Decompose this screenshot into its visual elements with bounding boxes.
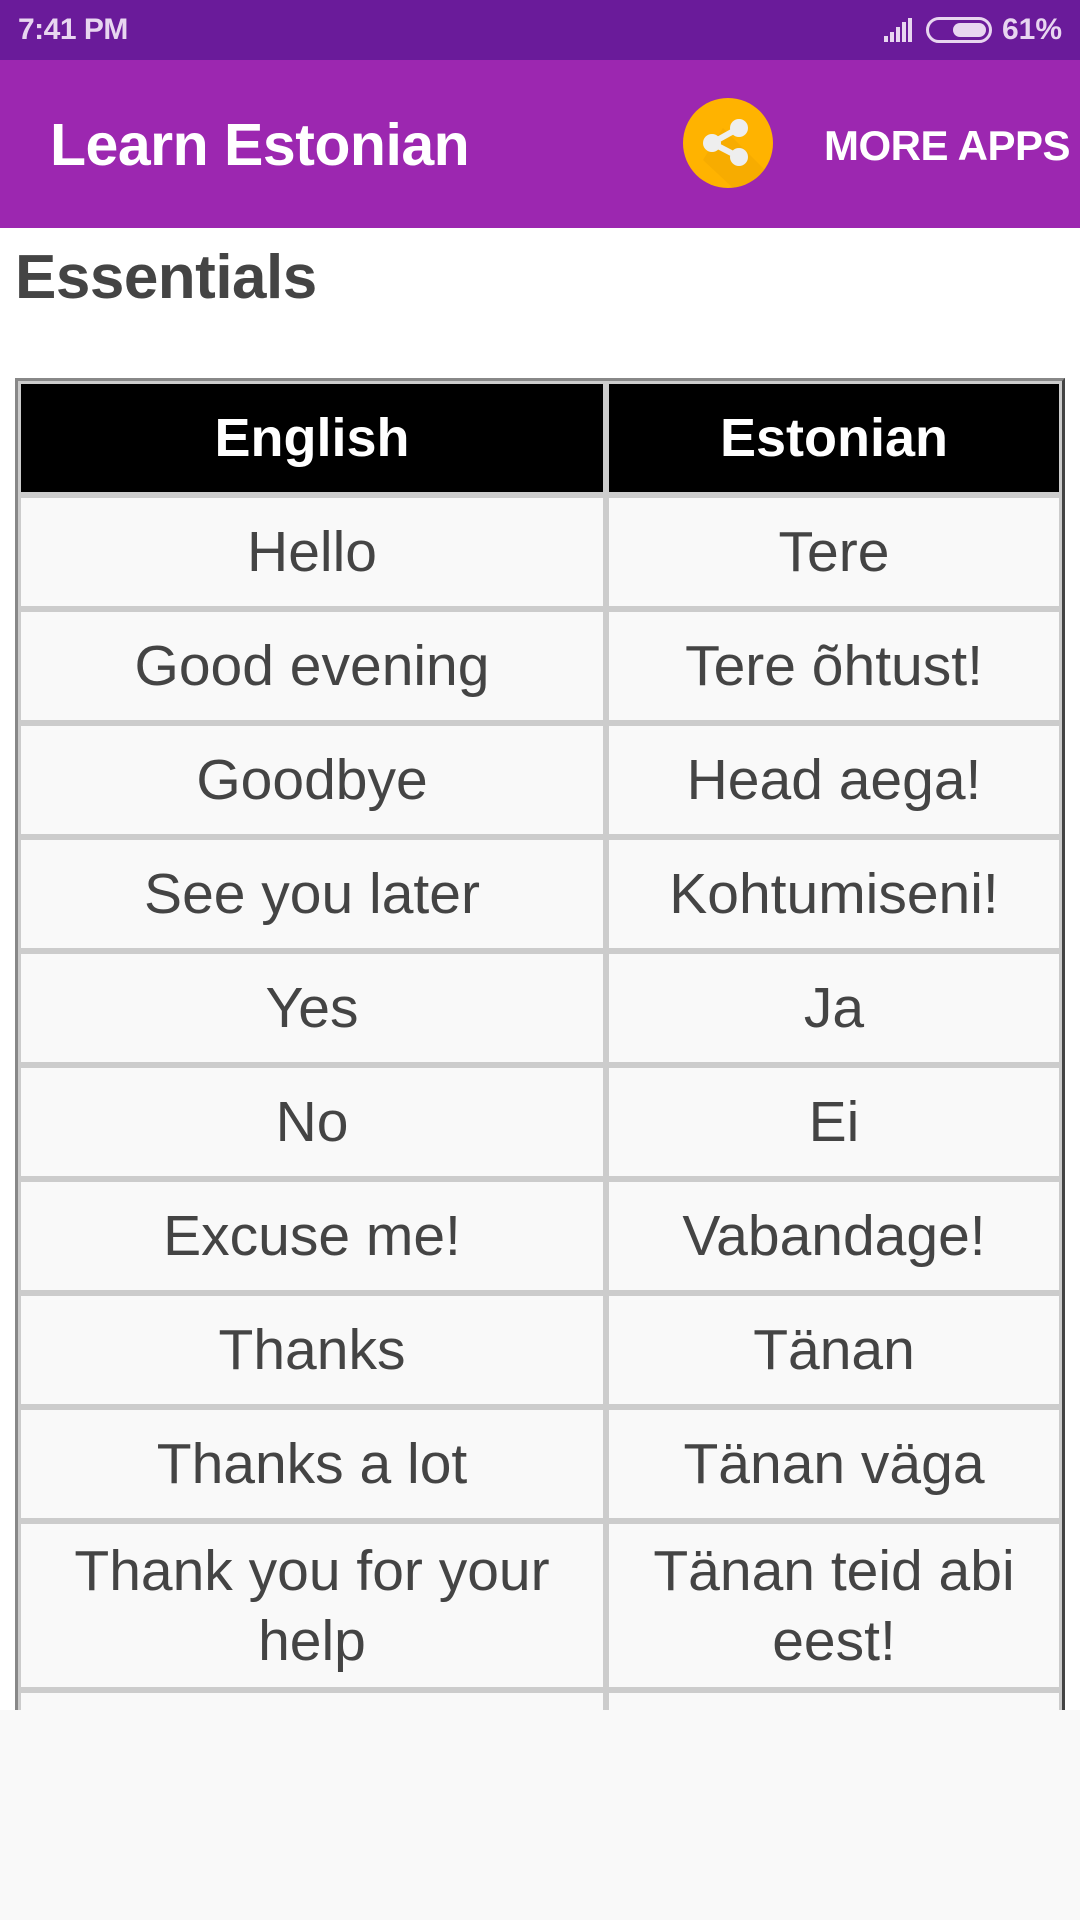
english-cell: Goodbye [21, 726, 603, 834]
signal-strength-icon [882, 18, 912, 42]
column-header-estonian: Estonian [609, 384, 1059, 492]
english-cell: Excuse me! [21, 1182, 603, 1290]
table-row: Good evening Tere õhtust! [21, 612, 1059, 720]
estonian-cell: Tänan [609, 1296, 1059, 1404]
battery-icon [925, 17, 992, 43]
english-cell: Hello [21, 498, 603, 606]
table-row: Goodbye Head aega! [21, 726, 1059, 834]
english-cell: No [21, 1068, 603, 1176]
english-cell: Thank you for your help [21, 1524, 603, 1687]
content-webview[interactable]: Essentials English Estonian Hello Tere G… [0, 228, 1080, 1710]
estonian-cell: Tänan teid abi eest! [609, 1524, 1059, 1687]
table-row: See you later Kohtumiseni! [21, 840, 1059, 948]
estonian-cell: Head aega! [609, 726, 1059, 834]
app-bar: Learn Estonian MORE APPS [0, 60, 1080, 228]
english-cell [21, 1693, 603, 1710]
phrase-table: English Estonian Hello Tere Good evening… [15, 378, 1065, 1710]
battery-percent: 61% [1001, 13, 1062, 46]
estonian-cell: Ja [609, 954, 1059, 1062]
table-row: Thanks a lot Tänan väga [21, 1410, 1059, 1518]
status-indicators: 61% [882, 12, 1062, 48]
table-row [21, 1693, 1059, 1710]
estonian-cell: Tere [609, 498, 1059, 606]
table-row: Thanks Tänan [21, 1296, 1059, 1404]
status-time: 7:41 PM [18, 13, 128, 46]
estonian-cell: Kohtumiseni! [609, 840, 1059, 948]
table-row: No Ei [21, 1068, 1059, 1176]
estonian-cell [609, 1693, 1059, 1710]
english-cell: See you later [21, 840, 603, 948]
share-icon [703, 119, 773, 188]
english-cell: Yes [21, 954, 603, 1062]
english-cell: Thanks a lot [21, 1410, 603, 1518]
table-row: Yes Ja [21, 954, 1059, 1062]
estonian-cell: Vabandage! [609, 1182, 1059, 1290]
estonian-cell: Tänan väga [609, 1410, 1059, 1518]
share-button[interactable] [683, 98, 773, 188]
status-bar: 7:41 PM 61% [0, 0, 1080, 60]
estonian-cell: Ei [609, 1068, 1059, 1176]
table-row: Hello Tere [21, 498, 1059, 606]
table-row: Thank you for your help Tänan teid abi e… [21, 1524, 1059, 1687]
more-apps-button[interactable]: MORE APPS [824, 122, 1070, 170]
section-title: Essentials [15, 243, 317, 312]
english-cell: Thanks [21, 1296, 603, 1404]
app-title: Learn Estonian [50, 112, 470, 178]
column-header-english: English [21, 384, 603, 492]
estonian-cell: Tere õhtust! [609, 612, 1059, 720]
battery-level [952, 23, 986, 37]
english-cell: Good evening [21, 612, 603, 720]
table-row: Excuse me! Vabandage! [21, 1182, 1059, 1290]
table-header-row: English Estonian [21, 384, 1059, 492]
